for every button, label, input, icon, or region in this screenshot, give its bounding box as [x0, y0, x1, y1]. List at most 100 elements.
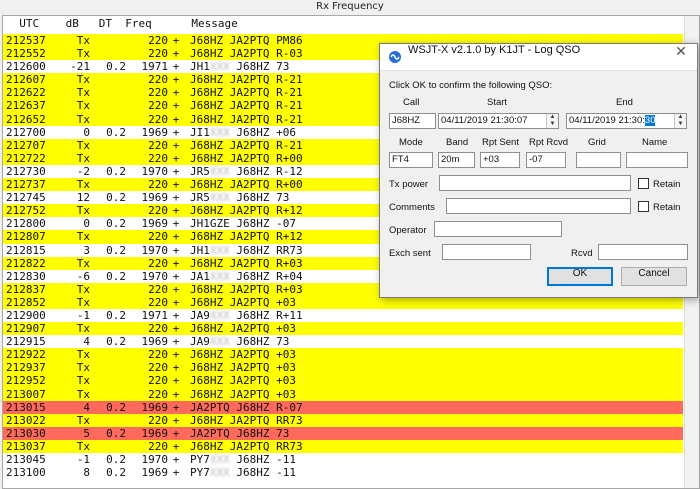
message-cell: J68HZ JA2PTQ R+03 — [190, 256, 303, 270]
end-datetime-field[interactable]: 04/11/2019 21:30:30 ▲ ▼ — [566, 113, 687, 129]
mode-marker-cell: + — [172, 138, 180, 152]
mode-marker-cell: + — [172, 99, 180, 113]
utc-cell: 213007 — [6, 387, 46, 401]
redacted-callsign-suffix: XXX — [209, 308, 230, 322]
db-cell: -1 — [76, 453, 90, 466]
dt-cell: 0.2 — [106, 164, 126, 178]
db-cell: 0 — [83, 125, 90, 139]
message-row[interactable]: 213007 Tx 220 + J68HZ JA2PTQ +03 — [3, 387, 683, 401]
message-row[interactable]: 213037 Tx 220 + J68HZ JA2PTQ RR73 — [3, 439, 683, 453]
freq-cell: 220 — [148, 34, 168, 47]
message-cell: J68HZ JA2PTQ +03 — [190, 295, 296, 309]
start-spinner[interactable]: ▲ ▼ — [546, 114, 558, 128]
utc-cell: 213100 — [6, 466, 46, 480]
exch-sent-field[interactable] — [442, 244, 531, 260]
freq-cell: 1969 — [141, 191, 169, 205]
message-row[interactable]: 213022 Tx 220 + J68HZ JA2PTQ RR73 — [3, 413, 683, 427]
freq-cell: 1971 — [141, 60, 169, 74]
mode-marker-cell: + — [172, 73, 180, 87]
message-cell: JA9XXX J68HZ 73 — [184, 335, 289, 348]
retain-tx-power-checkbox[interactable] — [638, 178, 649, 189]
message-row[interactable]: 213030 5 0.2 1969 + JA2PTQ J68HZ 73 — [3, 426, 683, 440]
comments-field[interactable] — [446, 198, 631, 214]
message-cell: J68HZ JA2PTQ +03 — [190, 374, 296, 388]
operator-field[interactable] — [434, 221, 562, 237]
band-label: Band — [446, 137, 469, 148]
mode-marker-cell: + — [172, 348, 180, 362]
rpt-rcvd-label: Rpt Rcvd — [529, 137, 569, 148]
utc-cell: 212952 — [6, 374, 46, 388]
end-spinner[interactable]: ▲ ▼ — [674, 114, 686, 128]
db-cell: Tx — [76, 73, 90, 87]
message-row[interactable]: 213045 -1 0.2 1970 + PY7XXX J68HZ -11 — [3, 453, 683, 466]
message-row[interactable]: 212952 Tx 220 + J68HZ JA2PTQ +03 — [3, 374, 683, 388]
mode-marker-cell: + — [172, 217, 180, 231]
message-cell: JA1XXX J68HZ R+04 — [184, 270, 303, 283]
utc-cell: 212907 — [6, 322, 46, 336]
message-row[interactable]: 212900 -1 0.2 1971 + JA9XXX J68HZ R+11 — [3, 309, 683, 322]
db-cell: Tx — [76, 34, 90, 47]
dt-cell: 0.2 — [106, 217, 126, 231]
redacted-callsign-suffix: XXX — [209, 164, 230, 178]
mode-marker-cell: + — [172, 151, 180, 165]
utc-cell: 212737 — [6, 178, 46, 192]
rpt-rcvd-field[interactable]: -07 — [526, 152, 566, 168]
message-cell: J68HZ JA2PTQ PM86 — [190, 34, 303, 47]
freq-cell: 1970 — [141, 164, 169, 178]
mode-field[interactable]: FT4 — [389, 152, 433, 168]
rcvd-field[interactable] — [598, 244, 688, 260]
db-cell: Tx — [76, 439, 90, 453]
message-rest: J68HZ 73 — [229, 60, 290, 74]
utc-cell: 212830 — [6, 269, 46, 283]
start-datetime-field[interactable]: 04/11/2019 21:30:07 ▲ ▼ — [438, 113, 559, 129]
db-cell: Tx — [76, 322, 90, 336]
redacted-callsign-suffix: XXX — [209, 269, 230, 283]
mode-marker-cell: + — [172, 426, 180, 440]
mode-marker-cell: + — [172, 466, 180, 480]
message-rest: J68HZ R-12 — [229, 164, 303, 178]
message-row[interactable]: 212907 Tx 220 + J68HZ JA2PTQ +03 — [3, 322, 683, 336]
column-header: UTC dB DT Freq Message — [6, 17, 238, 30]
message-row[interactable]: 212922 Tx 220 + J68HZ JA2PTQ +03 — [3, 348, 683, 362]
message-row[interactable]: 212915 4 0.2 1969 + JA9XXX J68HZ 73 — [3, 335, 683, 348]
message-cell: J68HZ JA2PTQ R+03 — [190, 282, 303, 296]
close-icon[interactable]: ✕ — [671, 44, 691, 70]
retain-comments-checkbox[interactable] — [638, 201, 649, 212]
db-cell: Tx — [76, 361, 90, 375]
dt-cell: 0.2 — [106, 335, 126, 349]
cancel-button[interactable]: Cancel — [621, 267, 687, 286]
callsign-prefix: JR5 — [190, 164, 210, 178]
end-seconds-selection: 30 — [644, 115, 656, 126]
message-row[interactable]: 213100 8 0.2 1969 + PY7XXX J68HZ -11 — [3, 466, 683, 479]
call-field[interactable]: J68HZ — [389, 113, 436, 129]
mode-marker-cell: + — [172, 387, 180, 401]
freq-cell: 1969 — [141, 466, 169, 480]
end-datetime-value: 04/11/2019 21:30: — [569, 115, 645, 126]
redacted-callsign-suffix: XXX — [209, 125, 230, 139]
message-rest: J68HZ R+11 — [229, 308, 303, 322]
message-cell: J68HZ JA2PTQ +03 — [190, 348, 296, 362]
freq-cell: 220 — [148, 47, 168, 61]
band-field[interactable]: 20m — [438, 152, 475, 168]
mode-marker-cell: + — [172, 230, 180, 244]
freq-cell: 220 — [148, 204, 168, 218]
message-row[interactable]: 212937 Tx 220 + J68HZ JA2PTQ +03 — [3, 361, 683, 375]
message-row[interactable]: 213015 4 0.2 1969 + JA2PTQ J68HZ R-07 — [3, 400, 683, 414]
db-cell: 3 — [83, 243, 90, 257]
dt-cell: 0.2 — [106, 191, 126, 205]
message-cell: JA2PTQ J68HZ 73 — [190, 426, 290, 440]
tx-power-field[interactable] — [439, 175, 631, 191]
message-cell: JR5XXX J68HZ R-12 — [184, 165, 303, 178]
name-field[interactable] — [626, 152, 688, 168]
rx-frequency-window-title: Rx Frequency — [316, 1, 384, 12]
dt-cell: 0.2 — [106, 243, 126, 257]
mode-marker-cell: + — [172, 269, 180, 283]
log-qso-dialog: WSJT-X v2.1.0 by K1JT - Log QSO ✕ Click … — [379, 43, 698, 298]
rpt-sent-field[interactable]: +03 — [480, 152, 520, 168]
grid-field[interactable] — [576, 152, 621, 168]
dialog-titlebar[interactable]: WSJT-X v2.1.0 by K1JT - Log QSO ✕ — [380, 44, 697, 71]
ok-button[interactable]: OK — [547, 267, 613, 286]
dt-cell: 0.2 — [106, 426, 126, 440]
utc-cell: 213045 — [6, 453, 46, 466]
db-cell: Tx — [76, 348, 90, 362]
